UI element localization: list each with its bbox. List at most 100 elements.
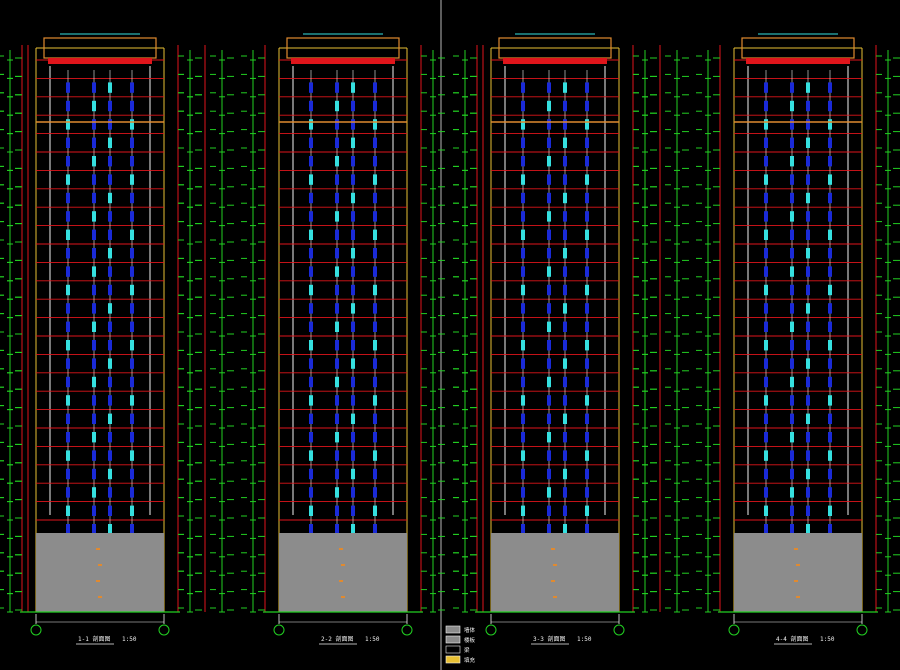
legend-swatch: [445, 645, 461, 654]
window-cell: [309, 395, 313, 406]
window-cell: [351, 450, 355, 461]
podium-marker: [553, 596, 557, 598]
podium-marker: [341, 564, 345, 566]
legend-label: 梁: [464, 646, 470, 654]
window-cell: [351, 340, 355, 351]
window-cell: [585, 468, 589, 480]
window-cell: [563, 524, 567, 535]
window-cell: [66, 321, 70, 332]
window-cell: [585, 100, 589, 112]
window-cell: [373, 524, 377, 535]
window-cell: [521, 137, 525, 148]
window-cell: [764, 266, 768, 277]
window-cell: [108, 119, 112, 130]
window-cell: [828, 358, 832, 369]
window-cell: [521, 248, 525, 259]
window-cell: [764, 82, 768, 93]
window-cell: [66, 358, 70, 369]
window-cell: [806, 303, 810, 314]
window-cell: [547, 266, 551, 277]
window-cell: [351, 174, 355, 185]
window-cell: [790, 358, 794, 369]
window-cell: [130, 340, 134, 351]
window-cell: [92, 211, 96, 222]
window-cell: [108, 376, 112, 388]
window-cell: [547, 229, 551, 240]
window-cell: [92, 100, 96, 112]
window-cell: [764, 248, 768, 259]
window-cell: [66, 340, 70, 351]
window-cell: [828, 82, 832, 93]
window-cell: [563, 321, 567, 332]
window-cell: [335, 156, 339, 167]
window-cell: [373, 266, 377, 277]
window-cell: [585, 248, 589, 259]
elevation-title: 3-3 剖面图: [533, 635, 565, 643]
window-cell: [66, 395, 70, 406]
window-cell: [585, 524, 589, 535]
window-cell: [108, 137, 112, 148]
window-cell: [92, 505, 96, 516]
window-cell: [335, 321, 339, 332]
window-cell: [373, 137, 377, 148]
window-cell: [309, 229, 313, 240]
window-cell: [335, 137, 339, 148]
podium-base: [36, 533, 164, 612]
window-cell: [309, 303, 313, 314]
podium-marker: [98, 596, 102, 598]
window-cell: [521, 303, 525, 314]
window-cell: [66, 303, 70, 314]
window-cell: [790, 395, 794, 406]
window-cell: [373, 303, 377, 314]
window-cell: [351, 524, 355, 535]
window-cell: [108, 468, 112, 480]
window-cell: [66, 229, 70, 240]
elevation-scale: 1:50: [577, 636, 592, 643]
window-cell: [790, 156, 794, 167]
window-cell: [108, 432, 112, 443]
window-cell: [790, 192, 794, 204]
window-cell: [547, 119, 551, 130]
window-cell: [521, 358, 525, 369]
window-cell: [521, 100, 525, 112]
window-cell: [547, 248, 551, 259]
window-cell: [585, 450, 589, 461]
window-cell: [563, 82, 567, 93]
window-cell: [790, 266, 794, 277]
window-cell: [547, 100, 551, 112]
window-cell: [92, 229, 96, 240]
legend-label: 填充: [464, 656, 476, 664]
window-cell: [351, 211, 355, 222]
window-cell: [547, 211, 551, 222]
window-cell: [790, 376, 794, 388]
window-cell: [130, 119, 134, 130]
window-cell: [309, 524, 313, 535]
window-cell: [790, 450, 794, 461]
window-cell: [790, 119, 794, 130]
window-cell: [335, 174, 339, 185]
window-cell: [373, 284, 377, 296]
podium-marker: [551, 548, 555, 550]
window-cell: [130, 211, 134, 222]
podium-base: [734, 533, 862, 612]
window-cell: [373, 395, 377, 406]
window-cell: [309, 376, 313, 388]
window-cell: [563, 248, 567, 259]
window-cell: [764, 432, 768, 443]
window-cell: [66, 137, 70, 148]
window-cell: [335, 211, 339, 222]
window-cell: [373, 321, 377, 332]
window-cell: [563, 413, 567, 424]
window-cell: [66, 450, 70, 461]
window-cell: [563, 266, 567, 277]
window-cell: [130, 174, 134, 185]
roof-slab: [48, 58, 152, 64]
window-cell: [309, 284, 313, 296]
window-cell: [764, 174, 768, 185]
window-cell: [585, 505, 589, 516]
window-cell: [585, 358, 589, 369]
window-cell: [92, 82, 96, 93]
window-cell: [130, 505, 134, 516]
window-cell: [806, 284, 810, 296]
window-cell: [547, 358, 551, 369]
